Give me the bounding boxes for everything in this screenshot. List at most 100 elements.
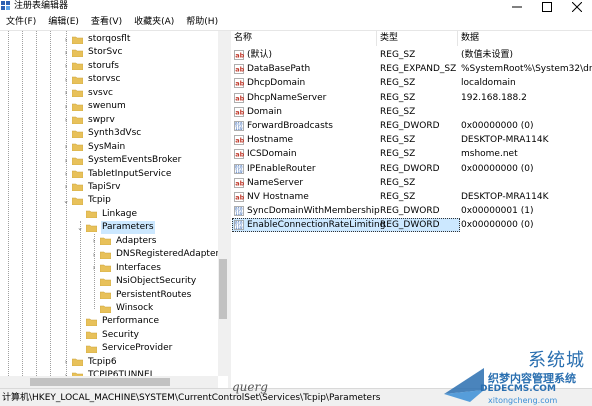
tree-node-label: SystemEventsBroker bbox=[88, 155, 182, 166]
expand-icon[interactable]: › bbox=[62, 36, 70, 44]
value-data: 0x00000000 (0) bbox=[461, 163, 534, 174]
title-bar[interactable]: 注册表编辑器 bbox=[0, 0, 592, 14]
tree-node[interactable]: Performance bbox=[76, 315, 160, 328]
expand-icon[interactable]: › bbox=[62, 103, 70, 111]
tree-node[interactable]: › SystemEventsBroker bbox=[62, 154, 182, 167]
tree-guide-line bbox=[22, 31, 23, 388]
menu-edit[interactable]: 编辑(E) bbox=[48, 14, 79, 31]
tree-vertical-scroll-thumb[interactable] bbox=[219, 259, 227, 319]
tree-node[interactable]: › Adapters bbox=[90, 235, 157, 248]
tree-node[interactable]: NsiObjectSecurity bbox=[90, 275, 197, 288]
expand-icon[interactable]: › bbox=[62, 183, 70, 191]
value-row[interactable]: 010 110 ForwardBroadcasts REG_DWORD 0x000000… bbox=[231, 119, 592, 133]
tree-node[interactable]: › DNSRegisteredAdapters bbox=[90, 248, 225, 261]
tree-horizontal-scrollbar[interactable] bbox=[0, 376, 218, 388]
close-button[interactable] bbox=[562, 0, 592, 14]
value-row[interactable]: ab DataBasePath REG_EXPAND_SZ %SystemRoot%\… bbox=[231, 62, 592, 76]
value-row[interactable]: 010 110 SyncDomainWithMembership REG_DWORD 0… bbox=[231, 204, 592, 218]
value-name: Domain bbox=[247, 106, 282, 117]
tree-horizontal-scroll-thumb[interactable] bbox=[30, 378, 170, 386]
expand-icon[interactable]: › bbox=[90, 251, 98, 259]
minimize-icon bbox=[512, 6, 522, 8]
tree-node[interactable]: › TabletInputService bbox=[62, 168, 172, 181]
expand-icon[interactable]: › bbox=[90, 237, 98, 245]
value-row[interactable]: ab DhcpDomain REG_SZ localdomain bbox=[231, 76, 592, 90]
tree-node[interactable]: Synth3dVsc bbox=[62, 127, 142, 140]
collapse-icon[interactable]: ⌄ bbox=[62, 197, 70, 205]
tree-node[interactable]: Linkage bbox=[76, 208, 138, 221]
value-data: (数值未设置) bbox=[461, 50, 514, 60]
tree-node[interactable]: Security bbox=[76, 329, 140, 342]
tree-node[interactable]: PersistentRoutes bbox=[90, 289, 192, 302]
values-list[interactable]: 名称 类型 数据 ab (默认) REG_SZ (数值未设置) ab DataBasePa… bbox=[231, 31, 592, 388]
window-title: 注册表编辑器 bbox=[14, 1, 69, 11]
expand-icon[interactable]: › bbox=[62, 358, 70, 366]
value-row[interactable]: 010 110 IPEnableRouter REG_DWORD 0x00000000 … bbox=[231, 162, 592, 176]
tree-node[interactable]: ⌄ Parameters bbox=[76, 221, 155, 235]
column-header-data[interactable]: 数据 bbox=[458, 31, 592, 46]
expand-icon[interactable]: › bbox=[62, 76, 70, 84]
tree-vertical-scrollbar[interactable] bbox=[218, 31, 228, 376]
column-header-name[interactable]: 名称 bbox=[231, 31, 376, 46]
key-tree[interactable]: › storqosflt › StorSvc › storufs › storvsc › svsv… bbox=[0, 31, 228, 388]
value-row[interactable]: ab NV Hostname REG_SZ DESKTOP-MRA114K bbox=[231, 190, 592, 204]
value-row[interactable]: ab Domain REG_SZ bbox=[231, 105, 592, 119]
tree-node-label: DNSRegisteredAdapters bbox=[116, 249, 224, 260]
expand-icon[interactable]: › bbox=[62, 170, 70, 178]
tree-node[interactable]: Winsock bbox=[90, 302, 154, 315]
value-type: REG_SZ bbox=[380, 50, 416, 60]
folder-icon bbox=[100, 291, 111, 300]
tree-node[interactable]: › swprv bbox=[62, 114, 116, 127]
expand-icon[interactable]: › bbox=[62, 116, 70, 124]
column-header-type[interactable]: 类型 bbox=[377, 31, 457, 46]
close-icon bbox=[572, 2, 582, 12]
menu-help[interactable]: 帮助(H) bbox=[186, 14, 218, 31]
expand-icon[interactable]: › bbox=[62, 157, 70, 165]
tree-node[interactable]: › Tcpip6 bbox=[62, 356, 118, 369]
tree-node[interactable]: › swenum bbox=[62, 100, 127, 113]
tree-node[interactable]: › SysMain bbox=[62, 141, 126, 154]
expand-icon[interactable]: › bbox=[62, 62, 70, 70]
value-type: REG_SZ bbox=[380, 192, 416, 202]
collapse-icon[interactable]: ⌄ bbox=[76, 224, 84, 232]
expand-icon[interactable]: › bbox=[90, 264, 98, 272]
string-value-icon: ab bbox=[234, 149, 244, 160]
tree-node[interactable]: › storvsc bbox=[62, 73, 121, 86]
tree-node[interactable]: › storufs bbox=[62, 60, 120, 73]
tree-node[interactable]: ServiceProvider bbox=[76, 342, 173, 355]
tree-node-label: swprv bbox=[88, 114, 115, 125]
string-value-icon: ab bbox=[234, 135, 244, 145]
expand-icon[interactable]: › bbox=[62, 89, 70, 97]
tree-node[interactable]: › TapiSrv bbox=[62, 181, 121, 194]
watermark-brand: 系统城 bbox=[528, 350, 585, 371]
tree-node[interactable]: › storqosflt bbox=[62, 33, 131, 46]
value-type: REG_SZ bbox=[380, 106, 416, 117]
tree-node[interactable]: › Interfaces bbox=[90, 262, 162, 275]
tree-node[interactable]: › StorSvc bbox=[62, 46, 123, 59]
value-type: REG_SZ bbox=[380, 78, 416, 89]
value-row[interactable]: 010 110 EnableConnectionRateLimiting REG_DW… bbox=[231, 218, 592, 233]
minimize-button[interactable] bbox=[502, 0, 532, 14]
folder-icon bbox=[72, 184, 83, 192]
folder-icon bbox=[72, 116, 83, 125]
value-row[interactable]: ab NameServer REG_SZ bbox=[231, 176, 592, 190]
menu-favorites[interactable]: 收藏夹(A) bbox=[134, 14, 174, 31]
tree-node-label: ServiceProvider bbox=[102, 343, 173, 354]
folder-icon bbox=[100, 251, 111, 259]
tree-node[interactable]: › svsvc bbox=[62, 87, 114, 100]
value-row[interactable]: ab (默认) REG_SZ (数值未设置) bbox=[231, 48, 592, 62]
folder-icon bbox=[100, 278, 111, 286]
binary-value-icon: 010110 bbox=[234, 206, 244, 216]
value-row[interactable]: ab Hostname REG_SZ DESKTOP-MRA114K bbox=[231, 133, 592, 147]
tree-node[interactable]: ⌄ Tcpip bbox=[62, 194, 112, 207]
tree-node-label: Interfaces bbox=[116, 262, 161, 273]
tree-node-label: Parameters bbox=[101, 221, 155, 235]
value-row[interactable]: ab ICSDomain REG_SZ mshome.net bbox=[231, 147, 592, 161]
menu-file[interactable]: 文件(F) bbox=[6, 14, 36, 31]
value-row[interactable]: ab DhcpNameServer REG_SZ 192.168.188.2 bbox=[231, 91, 592, 105]
expand-icon[interactable]: › bbox=[62, 49, 70, 57]
menu-view[interactable]: 查看(V) bbox=[91, 14, 122, 31]
tree-node-label: TabletInputService bbox=[88, 168, 172, 179]
expand-icon[interactable]: › bbox=[62, 143, 70, 151]
maximize-button[interactable] bbox=[532, 0, 562, 14]
